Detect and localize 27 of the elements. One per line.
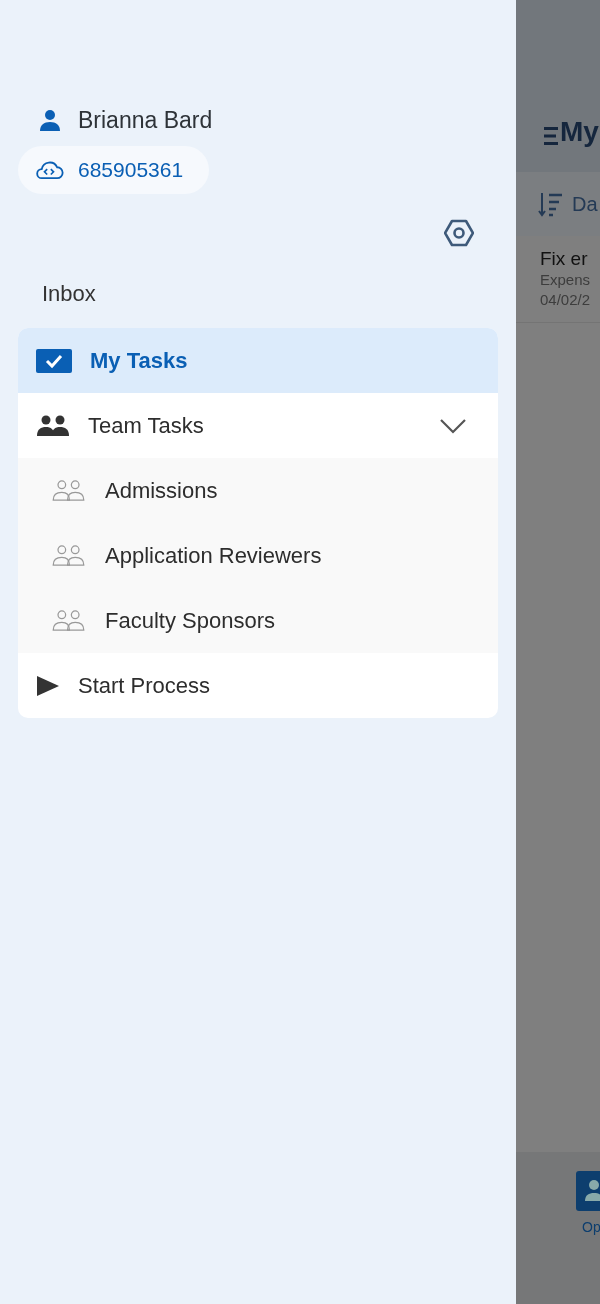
person-icon[interactable] <box>576 1171 600 1211</box>
team-item[interactable]: Application Reviewers <box>18 523 498 588</box>
account-chip[interactable]: 685905361 <box>18 146 210 194</box>
menu-item[interactable]: Start Process <box>18 653 498 718</box>
menu-item[interactable]: My Tasks <box>18 328 498 393</box>
checkbox-icon <box>36 348 72 373</box>
settings-icon[interactable] <box>444 218 474 248</box>
menu-icon[interactable] <box>544 126 558 146</box>
user-name: Brianna Bard <box>78 106 213 134</box>
sort-icon[interactable] <box>538 191 564 217</box>
people-outline-icon <box>52 610 85 631</box>
play-icon <box>36 674 60 697</box>
person-icon <box>38 108 62 132</box>
page-title: My <box>560 118 599 146</box>
people-outline-icon <box>52 480 85 501</box>
people-icon <box>36 414 70 437</box>
task-title: Fix er <box>540 248 589 270</box>
task-date: 04/02/2 <box>540 290 592 310</box>
team-item[interactable]: Faculty Sponsors <box>18 588 498 653</box>
team-item[interactable]: Admissions <box>18 458 498 523</box>
chevron-icon[interactable] <box>440 417 466 434</box>
section-label: Inbox <box>41 280 97 308</box>
menu-item[interactable]: Team Tasks <box>18 393 498 458</box>
cloud-icon <box>34 160 64 180</box>
people-outline-icon <box>52 545 85 566</box>
task-item[interactable]: Fix er Expens 04/02/2 <box>516 236 600 323</box>
task-subtitle: Expens <box>540 270 592 290</box>
